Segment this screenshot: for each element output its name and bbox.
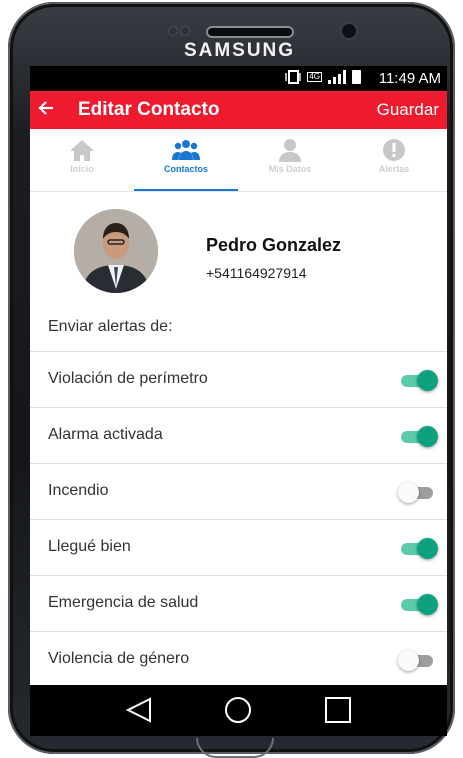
signal-icon — [328, 70, 346, 84]
nav-home-icon[interactable] — [218, 695, 258, 725]
tab-mis-datos[interactable]: Mis Datos — [238, 129, 342, 191]
alert-label: Violencia de género — [48, 650, 190, 667]
list-item: Incendio — [30, 463, 447, 519]
screen: 4G 11:49 AM Editar Contacto Guardar Inic… — [30, 66, 447, 736]
alert-label: Alarma activada — [48, 426, 163, 443]
contact-phone: +541164927914 — [206, 265, 307, 281]
page-title: Editar Contacto — [78, 99, 220, 120]
tab-alertas[interactable]: Alertas — [342, 129, 446, 191]
tab-label: Alertas — [378, 164, 410, 174]
alert-label: Emergencia de salud — [48, 594, 199, 611]
list-item: Emergencia de salud — [30, 575, 447, 631]
alerts-list: Violación de perímetro Alarma activada I… — [30, 351, 447, 687]
avatar[interactable] — [74, 209, 158, 293]
list-item: Violencia de género — [30, 631, 447, 687]
status-icons: 4G — [285, 70, 361, 84]
sensor-dots — [168, 26, 190, 36]
nav-back-icon[interactable] — [120, 695, 160, 725]
alert-label: Violación de perímetro — [48, 370, 208, 387]
alert-toggle[interactable] — [397, 650, 439, 671]
tab-bar: Inicio Contactos Mis Datos Alertas — [30, 129, 447, 192]
alert-icon — [383, 139, 405, 161]
alert-toggle[interactable] — [397, 370, 439, 391]
alerts-section-label: Enviar alertas de: — [48, 318, 173, 335]
list-item: Llegué bien — [30, 519, 447, 575]
device-brand: SAMSUNG — [183, 40, 296, 61]
home-button-outline — [196, 738, 274, 758]
status-time: 11:49 AM — [378, 70, 441, 87]
system-nav-bar — [30, 685, 447, 736]
alert-toggle[interactable] — [397, 594, 439, 615]
status-bar: 4G 11:49 AM — [30, 66, 447, 91]
app-bar: Editar Contacto Guardar — [30, 91, 447, 129]
earpiece-speaker — [208, 28, 292, 36]
tab-label: Mis Datos — [268, 164, 312, 174]
network-type-badge: 4G — [307, 72, 322, 82]
tab-label: Contactos — [163, 164, 208, 174]
tab-label: Inicio — [70, 164, 94, 174]
battery-icon — [352, 70, 361, 84]
nav-recents-icon[interactable] — [318, 695, 358, 725]
list-item: Alarma activada — [30, 407, 447, 463]
alert-toggle[interactable] — [397, 482, 439, 503]
front-camera — [342, 24, 356, 38]
people-icon — [172, 140, 200, 160]
tab-inicio[interactable]: Inicio — [30, 129, 134, 191]
alert-toggle[interactable] — [397, 426, 439, 447]
vibrate-icon — [285, 70, 302, 84]
alert-toggle[interactable] — [397, 538, 439, 559]
alert-label: Llegué bien — [48, 538, 131, 555]
alert-label: Incendio — [48, 482, 109, 499]
contact-header: Pedro Gonzalez +541164927914 — [30, 191, 447, 296]
tab-contactos[interactable]: Contactos — [134, 129, 238, 191]
save-button[interactable]: Guardar — [377, 100, 439, 120]
person-icon — [279, 139, 301, 162]
arrow-left-icon[interactable] — [36, 98, 56, 124]
home-icon — [70, 140, 94, 161]
list-item: Violación de perímetro — [30, 351, 447, 407]
contact-name: Pedro Gonzalez — [206, 235, 342, 255]
